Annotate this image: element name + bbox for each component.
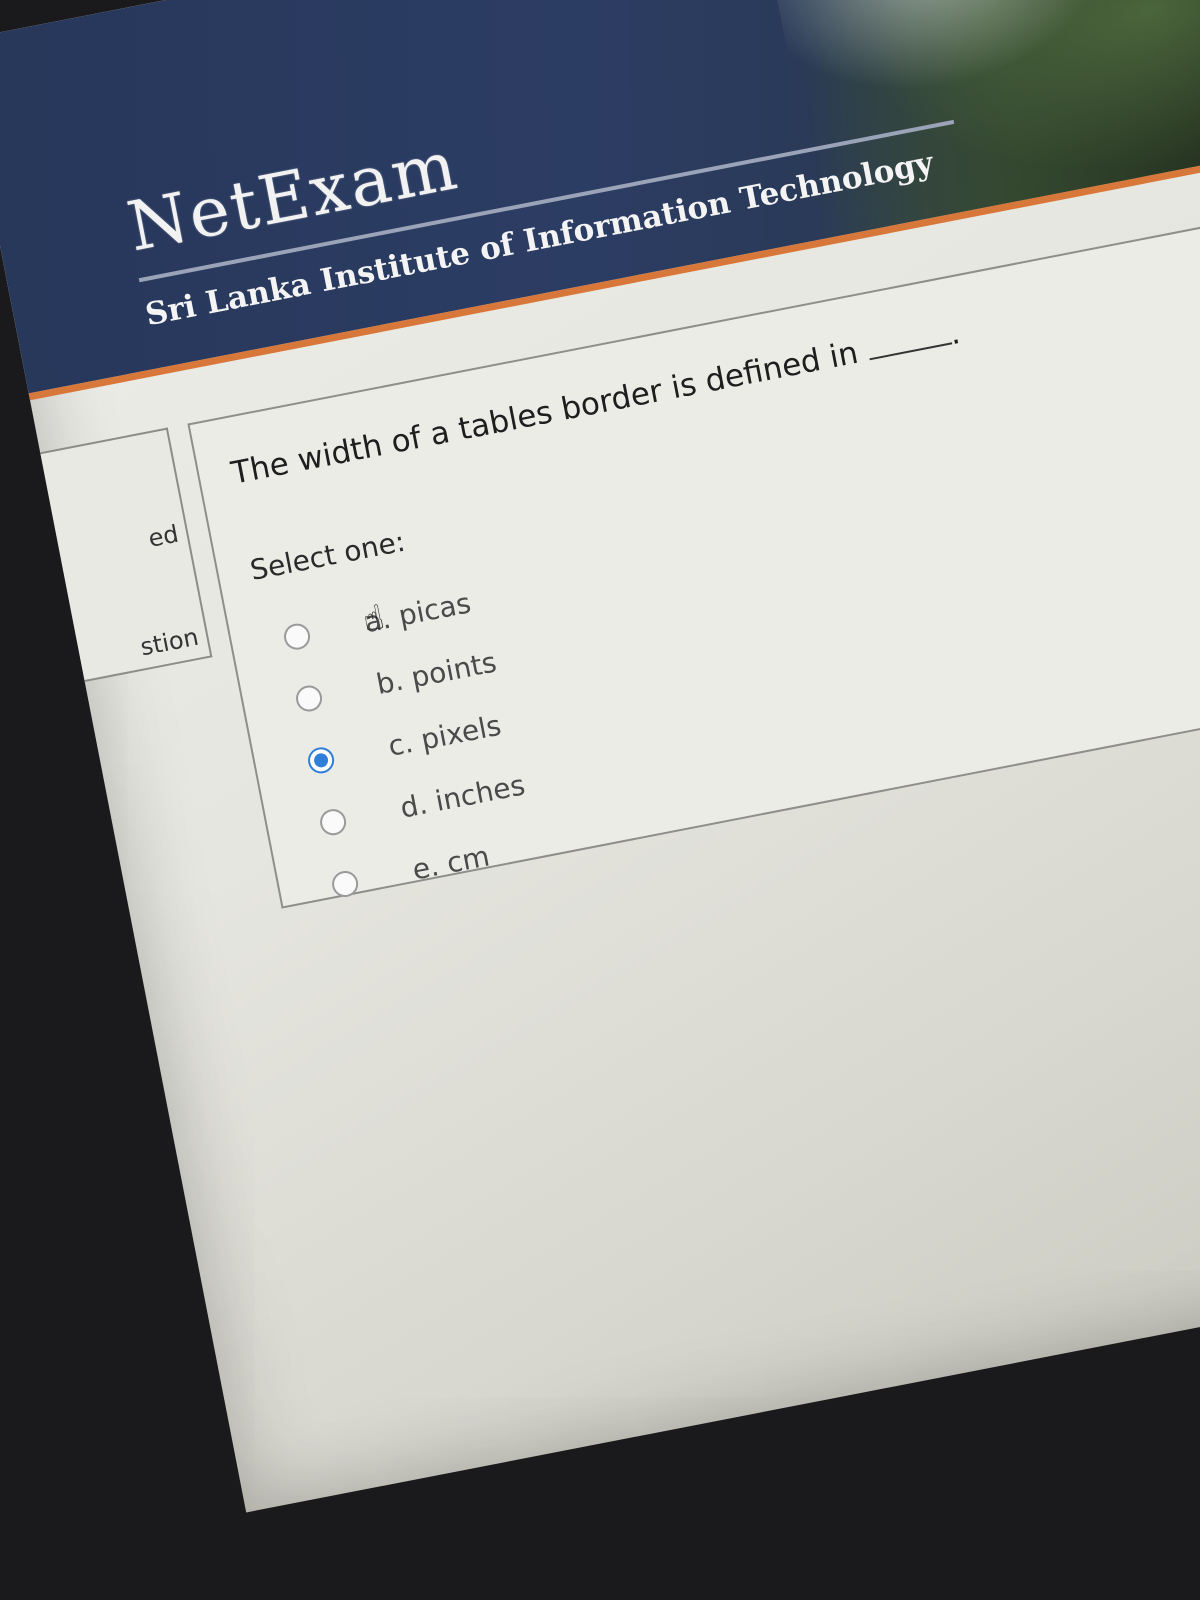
- answer-blank: [868, 342, 952, 361]
- radio-button[interactable]: [329, 868, 361, 899]
- radio-button-selected[interactable]: [305, 744, 337, 776]
- answer-option-label[interactable]: d. inches: [398, 768, 528, 824]
- question-text-body: The width of a tables border is defined …: [228, 334, 862, 492]
- select-one-prompt: Select one:: [247, 524, 408, 587]
- radio-button[interactable]: [293, 682, 325, 714]
- radio-button[interactable]: [317, 806, 349, 837]
- exam-screen: NetExam Sri Lanka Institute of Informati…: [0, 0, 1200, 1513]
- banner-photo: [755, 0, 1200, 239]
- quiz-navigation-block: ed stion: [40, 427, 213, 682]
- answer-option-label[interactable]: b. points: [374, 645, 500, 701]
- question-text: The width of a tables border is defined …: [228, 315, 963, 492]
- answer-option-label[interactable]: e. cm: [410, 839, 493, 886]
- answer-option-label[interactable]: c. pixels: [386, 709, 504, 763]
- nav-label-partial-top: ed: [146, 519, 181, 553]
- question-trailing-punctuation: .: [946, 314, 964, 353]
- answer-options: a. picas b. points c. pixels d. inches e. cm: [278, 568, 542, 917]
- radio-button[interactable]: [281, 620, 313, 652]
- nav-label-partial-bottom[interactable]: stion: [138, 623, 201, 662]
